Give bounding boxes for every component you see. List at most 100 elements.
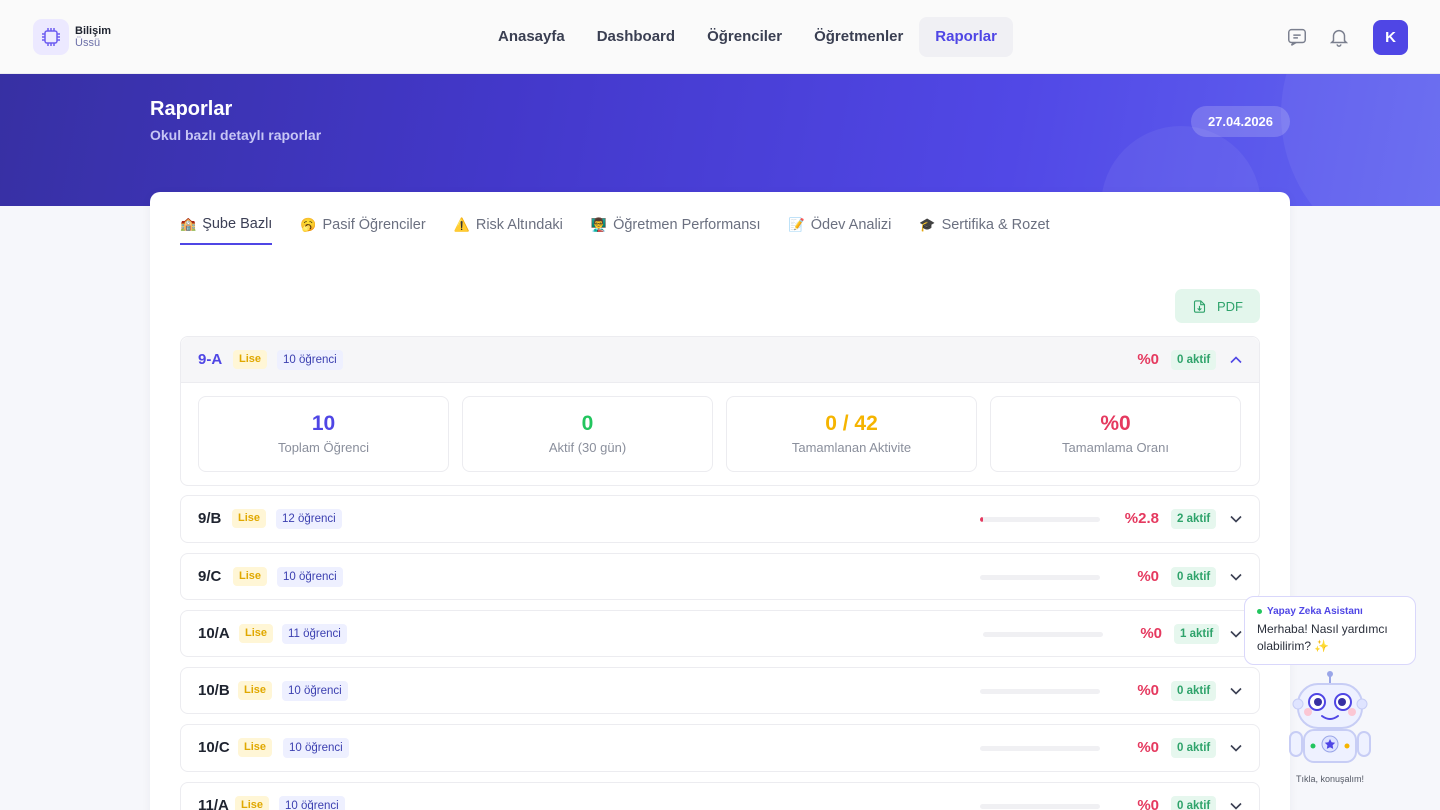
branch-name: 9/C bbox=[198, 568, 222, 585]
school-type-badge: Lise bbox=[239, 624, 274, 643]
tab-risk-altindaki[interactable]: ⚠️ Risk Altındaki bbox=[454, 210, 563, 245]
completion-percent: %0 bbox=[1137, 682, 1159, 699]
active-count-badge: 2 aktif bbox=[1171, 509, 1217, 529]
active-count-badge: 0 aktif bbox=[1171, 350, 1217, 370]
school-type-badge: Lise bbox=[238, 681, 273, 700]
chevron-down-icon[interactable] bbox=[1229, 684, 1243, 698]
chevron-up-icon[interactable] bbox=[1229, 353, 1243, 367]
completion-percent: %2.8 bbox=[1124, 510, 1159, 527]
branch-row-header: 9/B Lise 12 öğrenci %2.8 2 aktif bbox=[181, 496, 1259, 542]
assistant-caption: Tıkla, konuşalım! bbox=[1295, 774, 1365, 784]
nav-anasayfa[interactable]: Anasayfa bbox=[482, 17, 581, 57]
chevron-down-icon[interactable] bbox=[1229, 799, 1243, 810]
tab-sertifika-rozet[interactable]: 🎓 Sertifika & Rozet bbox=[919, 210, 1049, 245]
branch-row-10c[interactable]: 10/C Lise 10 öğrenci %0 0 aktif bbox=[180, 724, 1260, 772]
branch-name: 11/A bbox=[198, 797, 229, 810]
completion-percent: %0 bbox=[1140, 625, 1162, 642]
active-count-badge: 0 aktif bbox=[1171, 681, 1217, 701]
yawn-icon: 🥱 bbox=[300, 217, 317, 232]
tab-label: Pasif Öğrenciler bbox=[322, 217, 426, 233]
branch-name: 9/B bbox=[198, 510, 222, 527]
completion-progress-bar bbox=[980, 804, 1100, 809]
branch-row-9a: 9-A Lise 10 öğrenci %0 0 aktif 10 Toplam… bbox=[180, 336, 1260, 486]
stat-label: Tamamlanan Aktivite bbox=[791, 440, 912, 455]
report-tabs: 🏫 Şube Bazlı 🥱 Pasif Öğrenciler ⚠️ Risk … bbox=[180, 210, 1078, 245]
branch-row-10a[interactable]: 10/A Lise 11 öğrenci %0 1 aktif bbox=[180, 610, 1260, 657]
robot-icon[interactable] bbox=[1286, 670, 1374, 770]
assistant-message: Merhaba! Nasıl yardımcı olabilirim? ✨ bbox=[1257, 622, 1388, 653]
chip-icon[interactable] bbox=[33, 19, 69, 55]
nav-ogrenciler[interactable]: Öğrenciler bbox=[691, 17, 798, 57]
bell-icon[interactable] bbox=[1328, 26, 1350, 48]
tab-sube-bazli[interactable]: 🏫 Şube Bazlı bbox=[180, 210, 273, 245]
nav-dashboard[interactable]: Dashboard bbox=[581, 17, 691, 57]
tab-label: Ödev Analizi bbox=[810, 217, 892, 233]
assistant-title: Yapay Zeka Asistanı bbox=[1267, 606, 1363, 617]
active-count-badge: 0 aktif bbox=[1171, 796, 1217, 810]
page-subtitle: Okul bazlı detaylı raporlar bbox=[150, 127, 322, 143]
chevron-down-icon[interactable] bbox=[1229, 512, 1243, 526]
branch-row-header: 10/A Lise 11 öğrenci %0 1 aktif bbox=[181, 611, 1259, 657]
stat-label: Toplam Öğrenci bbox=[277, 440, 370, 455]
brand-name[interactable]: Bilişim Üssü bbox=[75, 25, 111, 49]
completion-percent: %0 bbox=[1137, 351, 1159, 368]
tab-ogretmen-performansi[interactable]: 👨‍🏫 Öğretmen Performansı bbox=[591, 210, 761, 245]
completion-progress-bar bbox=[980, 575, 1100, 580]
stat-value: 0 bbox=[581, 412, 594, 435]
assistant-bubble[interactable]: Yapay Zeka Asistanı Merhaba! Nasıl yardı… bbox=[1244, 596, 1416, 665]
completion-progress-bar bbox=[980, 517, 1100, 522]
branch-row-header: 10/C Lise 10 öğrenci %0 0 aktif bbox=[181, 725, 1259, 771]
branch-row-header: 9/C Lise 10 öğrenci %0 0 aktif bbox=[181, 554, 1259, 600]
tab-odev-analizi[interactable]: 📝 Ödev Analizi bbox=[789, 210, 892, 245]
branch-row-9b[interactable]: 9/B Lise 12 öğrenci %2.8 2 aktif bbox=[180, 495, 1260, 543]
student-count-badge: 10 öğrenci bbox=[277, 350, 343, 370]
completion-progress-bar bbox=[983, 632, 1103, 637]
message-icon[interactable] bbox=[1286, 26, 1308, 48]
tab-label: Risk Altındaki bbox=[475, 217, 563, 233]
tab-label: Şube Bazlı bbox=[202, 216, 273, 232]
date-badge: 27.04.2026 bbox=[1191, 106, 1290, 137]
stat-completion-rate: %0 Tamamlama Oranı bbox=[990, 396, 1241, 472]
student-count-badge: 12 öğrenci bbox=[276, 509, 342, 529]
stat-label: Tamamlama Oranı bbox=[1062, 440, 1169, 455]
school-type-badge: Lise bbox=[238, 738, 273, 757]
completion-percent: %0 bbox=[1137, 797, 1159, 810]
school-type-badge: Lise bbox=[235, 796, 270, 810]
active-count-badge: 0 aktif bbox=[1171, 567, 1217, 587]
branch-row-10b[interactable]: 10/B Lise 10 öğrenci %0 0 aktif bbox=[180, 667, 1260, 714]
student-count-badge: 10 öğrenci bbox=[279, 796, 345, 810]
memo-icon: 📝 bbox=[788, 217, 805, 232]
stat-value: 10 bbox=[311, 412, 336, 435]
branch-row-9c[interactable]: 9/C Lise 10 öğrenci %0 0 aktif bbox=[180, 553, 1260, 600]
nav-ogretmenler[interactable]: Öğretmenler bbox=[798, 17, 919, 57]
assistant-title-row: Yapay Zeka Asistanı bbox=[1257, 606, 1403, 617]
branch-row-header: 10/B Lise 10 öğrenci %0 0 aktif bbox=[181, 668, 1259, 714]
nav-raporlar[interactable]: Raporlar bbox=[919, 17, 1013, 57]
main-nav: Anasayfa Dashboard Öğrenciler Öğretmenle… bbox=[482, 17, 1013, 57]
completion-progress-bar bbox=[980, 746, 1100, 751]
school-type-badge: Lise bbox=[232, 509, 267, 528]
avatar[interactable]: K bbox=[1373, 20, 1408, 55]
stat-completed-activity: 0 / 42 Tamamlanan Aktivite bbox=[726, 396, 977, 472]
branch-name: 9-A bbox=[198, 351, 223, 368]
branch-row-11a[interactable]: 11/A Lise 10 öğrenci %0 0 aktif bbox=[180, 782, 1260, 810]
pdf-label: PDF bbox=[1217, 298, 1243, 314]
online-dot-icon bbox=[1257, 609, 1262, 614]
branch-stats: 10 Toplam Öğrenci 0 Aktif (30 gün) 0 / 4… bbox=[198, 396, 1241, 472]
report-card: 🏫 Şube Bazlı 🥱 Pasif Öğrenciler ⚠️ Risk … bbox=[150, 192, 1290, 810]
pdf-export-button[interactable]: PDF bbox=[1175, 289, 1260, 323]
completion-percent: %0 bbox=[1137, 739, 1159, 756]
chevron-down-icon[interactable] bbox=[1229, 741, 1243, 755]
brand-line2: Üssü bbox=[75, 37, 101, 49]
chevron-down-icon[interactable] bbox=[1229, 570, 1243, 584]
school-type-badge: Lise bbox=[233, 567, 268, 586]
tab-label: Öğretmen Performansı bbox=[613, 217, 761, 233]
stat-label: Aktif (30 gün) bbox=[548, 440, 627, 455]
active-count-badge: 1 aktif bbox=[1174, 624, 1220, 644]
branch-row-header[interactable]: 9-A Lise 10 öğrenci %0 0 aktif bbox=[181, 337, 1259, 383]
branch-name: 10/C bbox=[198, 739, 230, 756]
chevron-down-icon[interactable] bbox=[1229, 627, 1243, 641]
student-count-badge: 11 öğrenci bbox=[282, 624, 347, 644]
top-navbar: Bilişim Üssü Anasayfa Dashboard Öğrencil… bbox=[0, 0, 1440, 74]
tab-pasif-ogrenciler[interactable]: 🥱 Pasif Öğrenciler bbox=[300, 210, 425, 245]
